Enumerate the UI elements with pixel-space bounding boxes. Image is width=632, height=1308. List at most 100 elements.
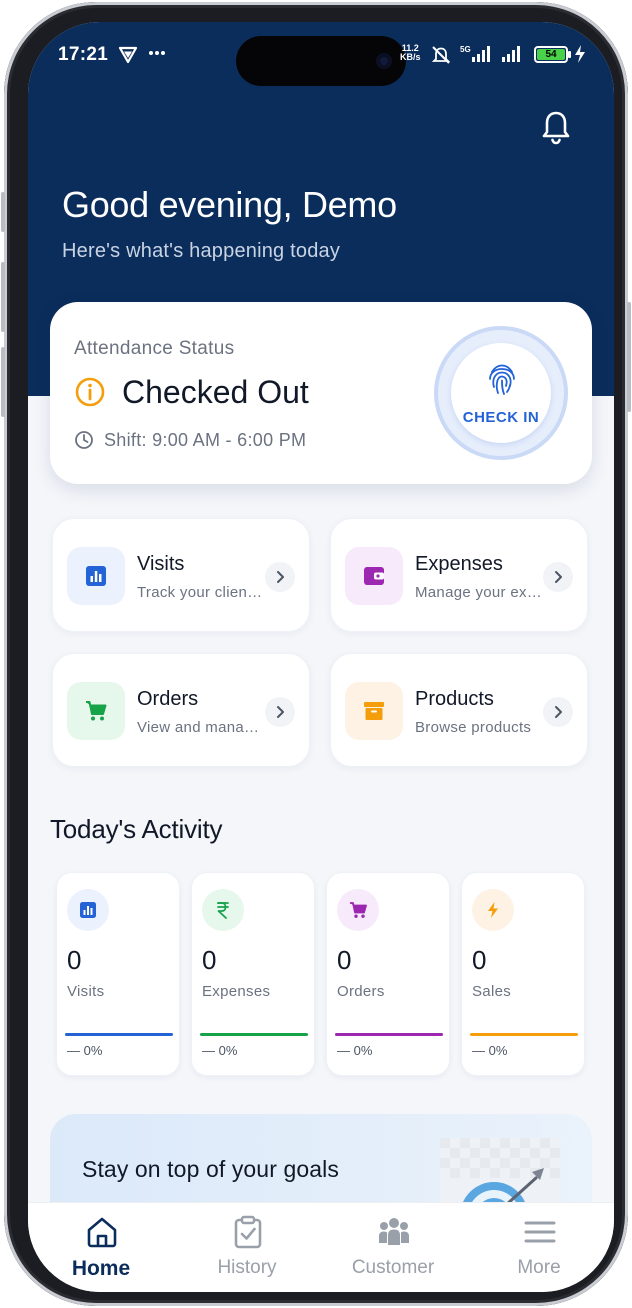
activity-sales-change: — 0% (472, 1043, 508, 1058)
dynamic-island (236, 36, 406, 86)
more-dots-icon (149, 51, 165, 55)
action-button (1, 192, 5, 232)
products-title: Products (415, 688, 494, 710)
archive-box-icon (364, 702, 384, 720)
chevron-right-icon (277, 706, 284, 718)
battery-icon: 54 (534, 46, 571, 63)
greeting-title: Good evening, Demo (62, 184, 397, 225)
bar-chart-icon (80, 902, 96, 918)
activity-expenses-label: Expenses (202, 983, 271, 1000)
orders-chevron[interactable] (265, 697, 295, 727)
expenses-icon-tile (345, 547, 403, 605)
info-warning-icon (75, 377, 105, 407)
tab-history-label: History (217, 1257, 277, 1278)
attendance-status: Checked Out (122, 374, 309, 410)
activity-orders-bar (335, 1033, 443, 1036)
orders-icon-tile (67, 682, 125, 740)
activity-orders-card[interactable]: 0 Orders — 0% (326, 872, 450, 1076)
activity-section-title: Today's Activity (50, 814, 223, 844)
attendance-card: Attendance Status Checked Out Shift: 9:0… (50, 302, 592, 484)
clipboard-check-icon (234, 1215, 262, 1249)
chevron-right-icon (555, 706, 562, 718)
activity-expenses-bar (200, 1033, 308, 1036)
activity-orders-change: — 0% (337, 1043, 373, 1058)
expenses-card[interactable]: Expenses Manage your expenses (330, 518, 588, 632)
activity-sales-value: 0 (472, 945, 487, 975)
cart-icon (86, 701, 107, 721)
notification-bell-icon[interactable] (540, 110, 572, 146)
activity-sales-icon-bg (472, 889, 514, 931)
activity-sales-label: Sales (472, 983, 512, 1000)
tab-customer-label: Customer (351, 1257, 435, 1278)
bar-chart-icon (86, 566, 106, 586)
cart-icon (350, 902, 367, 918)
activity-expenses-icon-bg (202, 889, 244, 931)
attendance-label: Attendance Status (74, 338, 235, 359)
tab-home-label: Home (71, 1257, 131, 1280)
visits-subtitle: Track your client visits (137, 584, 265, 601)
home-icon (87, 1217, 117, 1248)
shift-time: Shift: 9:00 AM - 6:00 PM (104, 430, 307, 450)
check-in-inner[interactable]: CHECK IN (451, 343, 551, 443)
activity-expenses-change: — 0% (202, 1043, 238, 1058)
volume-up-button (1, 262, 5, 332)
fingerprint-icon (489, 364, 515, 395)
expenses-title: Expenses (415, 553, 503, 575)
tab-home[interactable]: Home (28, 1203, 174, 1292)
volume-down-button (1, 347, 5, 417)
users-icon (379, 1218, 409, 1245)
bottom-tab-bar: Home History Customer More (28, 1202, 614, 1292)
activity-visits-label: Visits (67, 983, 105, 1000)
network-speed: 11.2 KB/s (400, 43, 421, 62)
signal-5g-icon: 5G (460, 45, 490, 62)
mute-icon (431, 46, 451, 64)
vpn-icon (118, 46, 138, 64)
charging-icon (575, 45, 585, 63)
check-in-label: CHECK IN (462, 409, 540, 426)
camera-icon (376, 53, 392, 69)
lightning-icon (488, 902, 498, 918)
tab-history[interactable]: History (174, 1203, 320, 1292)
clock-icon (75, 431, 93, 449)
products-icon-tile (345, 682, 403, 740)
activity-orders-value: 0 (337, 945, 352, 975)
visits-card[interactable]: Visits Track your client visits (52, 518, 310, 632)
activity-visits-card[interactable]: 0 Visits — 0% (56, 872, 180, 1076)
products-card[interactable]: Products Browse products (330, 653, 588, 767)
activity-sales-bar (470, 1033, 578, 1036)
chevron-right-icon (555, 571, 562, 583)
activity-visits-bar (65, 1033, 173, 1036)
status-bar: 17:21 11.2 KB/s 5G 54 (28, 22, 614, 86)
check-in-button[interactable]: CHECK IN (434, 326, 568, 460)
products-subtitle: Browse products (415, 719, 532, 736)
products-chevron[interactable] (543, 697, 573, 727)
activity-expenses-value: 0 (202, 945, 217, 975)
expenses-chevron[interactable] (543, 562, 573, 592)
activity-visits-change: — 0% (67, 1043, 103, 1058)
orders-subtitle: View and manage orders (137, 719, 265, 736)
expenses-subtitle: Manage your expenses (415, 584, 543, 601)
tab-more-label: More (517, 1257, 561, 1278)
greeting-subtitle: Here's what's happening today (62, 240, 341, 262)
activity-sales-card[interactable]: 0 Sales — 0% (461, 872, 585, 1076)
tab-more[interactable]: More (466, 1203, 612, 1292)
orders-title: Orders (137, 688, 199, 710)
menu-icon (524, 1221, 556, 1243)
tab-customer[interactable]: Customer (320, 1203, 466, 1292)
activity-expenses-card[interactable]: 0 Expenses — 0% (191, 872, 315, 1076)
phone-frame: 17:21 11.2 KB/s 5G 54 Good evening, Demo… (1, 2, 631, 1306)
power-button (627, 302, 631, 412)
status-time: 17:21 (58, 44, 109, 65)
visits-title: Visits (137, 553, 185, 575)
goals-banner-text: Stay on top of your goals (82, 1156, 339, 1182)
wallet-icon (364, 567, 384, 585)
activity-visits-icon-bg (67, 889, 109, 931)
visits-chevron[interactable] (265, 562, 295, 592)
app-screen: 17:21 11.2 KB/s 5G 54 Good evening, Demo… (28, 22, 614, 1292)
activity-orders-label: Orders (337, 983, 385, 1000)
orders-card[interactable]: Orders View and manage orders (52, 653, 310, 767)
rupee-icon (217, 902, 229, 919)
svg-text:5G: 5G (460, 45, 471, 54)
chevron-right-icon (277, 571, 284, 583)
signal-icon (502, 46, 520, 62)
